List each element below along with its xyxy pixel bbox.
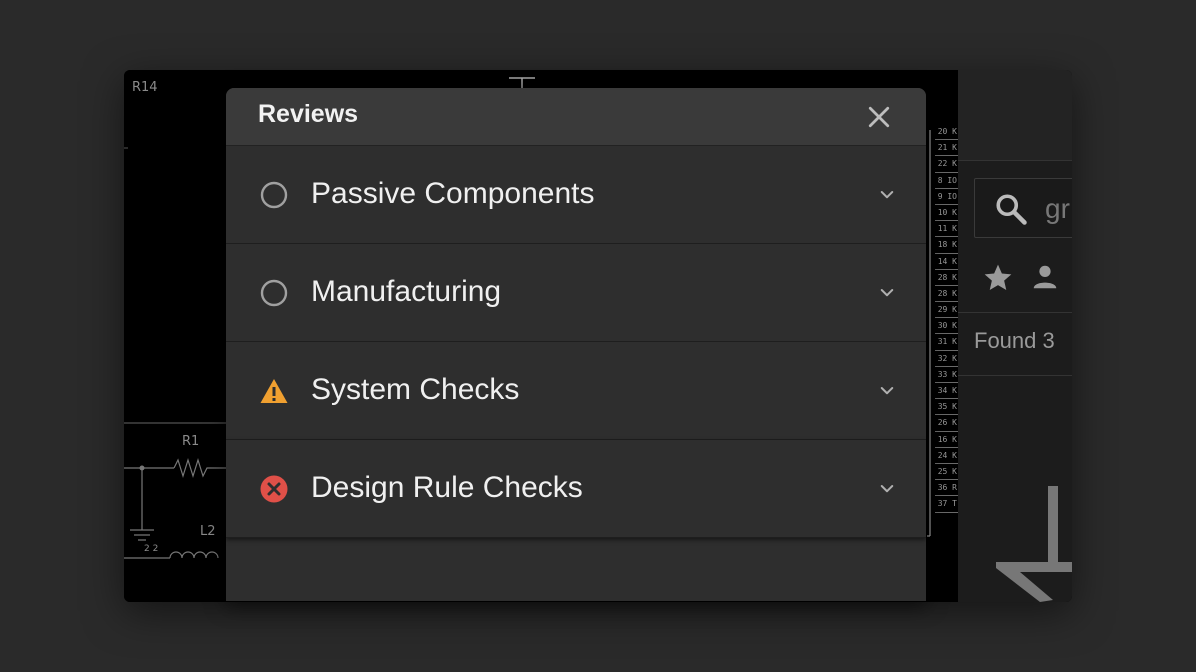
divider: [958, 160, 1072, 161]
review-item-label: Passive Components: [311, 177, 595, 210]
connector-pin: 14 K: [935, 254, 959, 270]
review-item-label: System Checks: [311, 373, 520, 406]
connector-pin: 28 K: [935, 270, 959, 286]
reviews-dialog: Reviews Passive Components Manufacturing…: [226, 88, 926, 601]
search-input-value: gr: [1045, 193, 1070, 224]
chevron-down-icon[interactable]: [878, 284, 896, 302]
connector-pin: 18 K: [935, 237, 959, 254]
connector-pin: 8 IO: [935, 173, 959, 189]
connector-pin: 11 K: [935, 221, 959, 238]
connector-pin: 26 K: [935, 415, 959, 432]
connector-pin: 25 K: [935, 464, 959, 481]
divider: [958, 375, 1072, 376]
error-icon: [260, 475, 288, 503]
chevron-down-icon[interactable]: [878, 480, 896, 498]
ground-symbol-icon: [996, 486, 1072, 602]
connector-pin: 34 K: [935, 383, 959, 400]
connector-pin: 10 K: [935, 205, 959, 222]
search-results-count: Found 3: [974, 328, 1055, 353]
user-icon[interactable]: [1030, 262, 1060, 292]
filter-icon-bar: [958, 250, 1072, 310]
warning-icon: [260, 379, 288, 403]
chevron-down-icon[interactable]: [878, 186, 896, 204]
review-item-manufacturing[interactable]: Manufacturing: [226, 244, 926, 342]
pending-circle-icon: [260, 181, 288, 209]
right-panel: gr Found 3: [958, 70, 1072, 602]
review-item-label: Manufacturing: [311, 275, 502, 308]
chevron-down-icon[interactable]: [878, 382, 896, 400]
connector-pin: 29 K: [935, 302, 959, 319]
right-panel-header: [958, 70, 1072, 160]
ref-r1-label: R1: [182, 434, 200, 449]
connector-pin: 35 K: [935, 399, 959, 416]
connector-pin: 9 IO: [935, 189, 959, 205]
divider: [958, 312, 1072, 313]
connector-pin: 37 T: [935, 496, 959, 513]
connector-pin: 21 K: [935, 140, 959, 157]
connector-pin: 36 R: [935, 480, 959, 497]
review-item-label: Design Rule Checks: [311, 471, 583, 504]
pin-number-label: 2 2: [144, 544, 159, 554]
connector-pin: 33 K: [935, 367, 959, 383]
connector-pin: 31 K: [935, 334, 959, 351]
connector-pin: 30 K: [935, 318, 959, 335]
dialog-title: Reviews: [258, 100, 359, 128]
connector-pin: 16 K: [935, 432, 959, 448]
close-icon[interactable]: [864, 102, 894, 132]
search-icon: [996, 194, 1027, 225]
search-input[interactable]: gr: [974, 178, 1072, 238]
pending-circle-icon: [260, 279, 288, 307]
connector-pin-list: 20 K 21 K 22 K 8 IO 9 IO 10 K 11 K 18 K …: [935, 124, 959, 513]
connector-pin: 24 K: [935, 448, 959, 464]
star-icon[interactable]: [982, 262, 1014, 294]
connector-pin: 20 K: [935, 124, 959, 141]
review-item-passive-components[interactable]: Passive Components: [226, 146, 926, 244]
connector-pin: 28 K: [935, 286, 959, 303]
ref-l2-label: L2: [200, 524, 216, 539]
review-item-system-checks[interactable]: System Checks: [226, 342, 926, 440]
connector-pin: 22 K: [935, 156, 959, 173]
review-item-design-rule-checks[interactable]: Design Rule Checks: [226, 440, 926, 538]
dialog-header: Reviews: [226, 88, 926, 146]
connector-pin: 32 K: [935, 351, 959, 367]
